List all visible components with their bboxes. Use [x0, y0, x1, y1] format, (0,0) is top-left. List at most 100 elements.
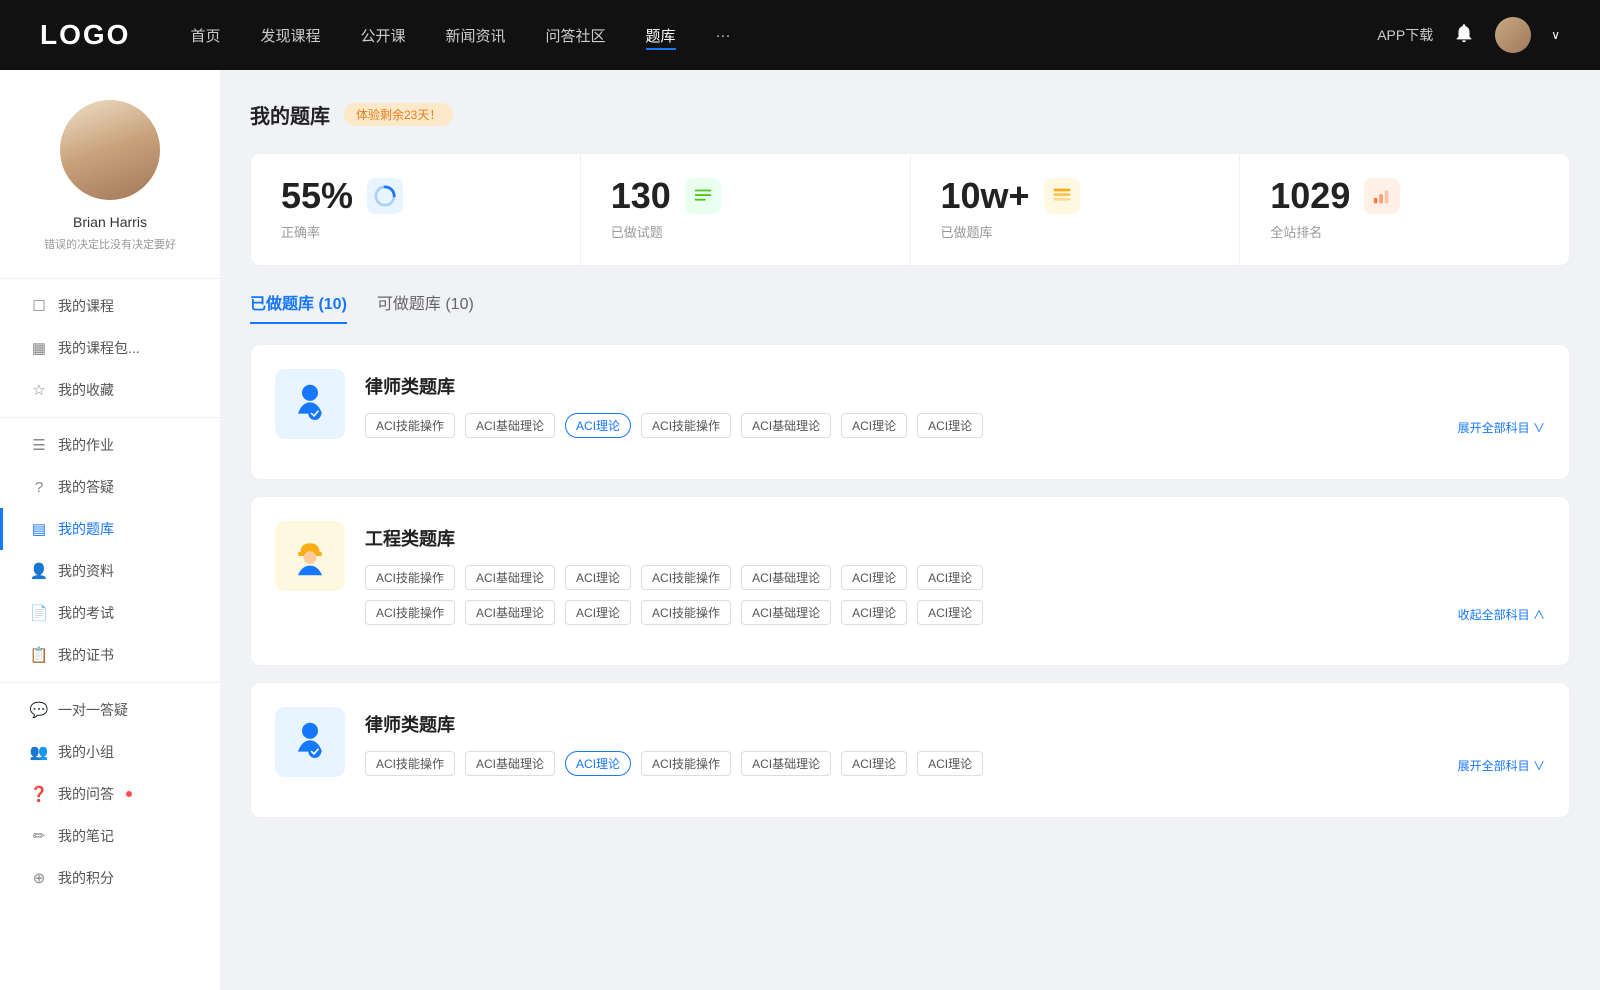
nav-qa[interactable]: 问答社区: [546, 21, 606, 50]
page-title-row: 我的题库 体验剩余23天！: [250, 100, 1570, 129]
tag[interactable]: ACI理论: [841, 600, 907, 625]
bell-icon: [1453, 22, 1475, 44]
tag[interactable]: ACI技能操作: [365, 600, 455, 625]
stat-value: 10w+: [941, 178, 1030, 214]
nav-discover[interactable]: 发现课程: [260, 21, 320, 50]
tag[interactable]: ACI基础理论: [465, 600, 555, 625]
collapse-button[interactable]: 收起全部科目 ∧: [1458, 606, 1545, 625]
qbank-title: 律师类题库: [365, 373, 1545, 399]
tag-active[interactable]: ACI理论: [565, 751, 631, 776]
tag[interactable]: ACI基础理论: [741, 600, 831, 625]
tag-active[interactable]: ACI理论: [565, 413, 631, 438]
tag[interactable]: ACI理论: [917, 565, 983, 590]
sidebar-nav: ☐ 我的课程 ▦ 我的课程包... ☆ 我的收藏 ☰ 我的作业 ? 我的答疑 ▤: [0, 272, 220, 899]
stat-top: 10w+: [941, 178, 1080, 214]
expand-button[interactable]: 展开全部科目 ∨: [1458, 419, 1545, 438]
my-qa-icon: ❓: [30, 785, 48, 803]
question-list-icon: [685, 178, 721, 214]
tag[interactable]: ACI技能操作: [365, 751, 455, 776]
stat-label: 全站排名: [1270, 222, 1322, 241]
sidebar-item-points[interactable]: ⊕ 我的积分: [0, 857, 220, 899]
star-icon: ☆: [30, 381, 48, 399]
expand-button-2[interactable]: 展开全部科目 ∨: [1458, 757, 1545, 776]
sidebar-label: 我的笔记: [58, 826, 114, 846]
sidebar-label: 我的小组: [58, 742, 114, 762]
tabs-row: 已做题库 (10) 可做题库 (10): [250, 290, 1570, 324]
sidebar-item-group[interactable]: 👥 我的小组: [0, 731, 220, 773]
logo[interactable]: LOGO: [40, 19, 130, 51]
chevron-down-icon[interactable]: ∨: [1551, 28, 1560, 42]
tag[interactable]: ACI基础理论: [741, 751, 831, 776]
tab-available-banks[interactable]: 可做题库 (10): [377, 290, 474, 324]
tag[interactable]: ACI基础理论: [465, 413, 555, 438]
nav-news[interactable]: 新闻资讯: [446, 21, 506, 50]
sidebar-label: 我的证书: [58, 645, 114, 665]
sidebar-item-qa[interactable]: ? 我的答疑: [0, 466, 220, 508]
nav-home[interactable]: 首页: [190, 21, 220, 50]
tag[interactable]: ACI理论: [841, 413, 907, 438]
sidebar-label: 我的课程: [58, 296, 114, 316]
sidebar-item-homework[interactable]: ☰ 我的作业: [0, 424, 220, 466]
nav-qbank[interactable]: 题库: [646, 21, 676, 50]
stat-value: 1029: [1270, 178, 1350, 214]
sidebar-item-my-course[interactable]: ☐ 我的课程: [0, 285, 220, 327]
tag[interactable]: ACI基础理论: [741, 565, 831, 590]
qbank-icon-lawyer2: [275, 707, 345, 777]
sidebar-item-tutoring[interactable]: 💬 一对一答疑: [0, 689, 220, 731]
tag[interactable]: ACI基础理论: [741, 413, 831, 438]
trial-badge: 体验剩余23天！: [344, 103, 453, 126]
sidebar-item-profile[interactable]: 👤 我的资料: [0, 550, 220, 592]
app-download-button[interactable]: APP下载: [1377, 25, 1433, 45]
homework-icon: ☰: [30, 436, 48, 454]
qbank-card-lawyer-2: 律师类题库 ACI技能操作 ACI基础理论 ACI理论 ACI技能操作 ACI基…: [250, 682, 1570, 818]
sidebar-item-exam[interactable]: 📄 我的考试: [0, 592, 220, 634]
sidebar-item-favorites[interactable]: ☆ 我的收藏: [0, 369, 220, 411]
nav-more[interactable]: ···: [716, 23, 731, 48]
sidebar-item-notes[interactable]: ✏ 我的笔记: [0, 815, 220, 857]
tag[interactable]: ACI技能操作: [641, 751, 731, 776]
group-icon: 👥: [30, 743, 48, 761]
tag[interactable]: ACI理论: [841, 751, 907, 776]
stat-top: 55%: [281, 178, 403, 214]
tag[interactable]: ACI理论: [917, 600, 983, 625]
user-motto: 错误的决定比没有决定要好: [24, 236, 196, 252]
sidebar-item-course-package[interactable]: ▦ 我的课程包...: [0, 327, 220, 369]
tag[interactable]: ACI技能操作: [641, 600, 731, 625]
tag[interactable]: ACI基础理论: [465, 565, 555, 590]
stat-done-questions: 130 已做试题: [581, 154, 911, 265]
nav-open-course[interactable]: 公开课: [360, 21, 405, 50]
qbank-card-engineer: 工程类题库 ACI技能操作 ACI基础理论 ACI理论 ACI技能操作 ACI基…: [250, 496, 1570, 666]
sidebar: Brian Harris 错误的决定比没有决定要好 ☐ 我的课程 ▦ 我的课程包…: [0, 70, 220, 990]
sidebar-label: 我的作业: [58, 435, 114, 455]
sidebar-item-qbank[interactable]: ▤ 我的题库: [0, 508, 220, 550]
sidebar-item-certificate[interactable]: 📋 我的证书: [0, 634, 220, 676]
profile-icon: 👤: [30, 562, 48, 580]
avatar[interactable]: [1495, 17, 1531, 53]
tag[interactable]: ACI技能操作: [641, 413, 731, 438]
qbank-tags-row: ACI技能操作 ACI基础理论 ACI理论 ACI技能操作 ACI基础理论 AC…: [365, 751, 1545, 776]
qbank-header: 律师类题库 ACI技能操作 ACI基础理论 ACI理论 ACI技能操作 ACI基…: [275, 369, 1545, 439]
tag[interactable]: ACI技能操作: [365, 413, 455, 438]
stat-accuracy: 55% 正确率: [251, 154, 581, 265]
sidebar-item-my-qa[interactable]: ❓ 我的问答: [0, 773, 220, 815]
course-icon: ☐: [30, 297, 48, 315]
package-icon: ▦: [30, 339, 48, 357]
tag[interactable]: ACI理论: [917, 413, 983, 438]
page-title: 我的题库: [250, 100, 330, 129]
tag[interactable]: ACI技能操作: [365, 565, 455, 590]
notification-bell[interactable]: [1453, 22, 1475, 49]
accuracy-icon: [367, 178, 403, 214]
tag[interactable]: ACI基础理论: [465, 751, 555, 776]
engineer-person-icon: [286, 532, 334, 580]
tag[interactable]: ACI理论: [841, 565, 907, 590]
tag[interactable]: ACI理论: [565, 600, 631, 625]
avatar: [60, 100, 160, 200]
sidebar-label: 我的积分: [58, 868, 114, 888]
tag[interactable]: ACI理论: [565, 565, 631, 590]
tag[interactable]: ACI理论: [917, 751, 983, 776]
tag[interactable]: ACI技能操作: [641, 565, 731, 590]
nav-menu: 首页 发现课程 公开课 新闻资讯 问答社区 题库 ···: [190, 21, 1377, 50]
stat-label: 正确率: [281, 222, 320, 241]
tab-done-banks[interactable]: 已做题库 (10): [250, 290, 347, 324]
stat-top: 1029: [1270, 178, 1400, 214]
